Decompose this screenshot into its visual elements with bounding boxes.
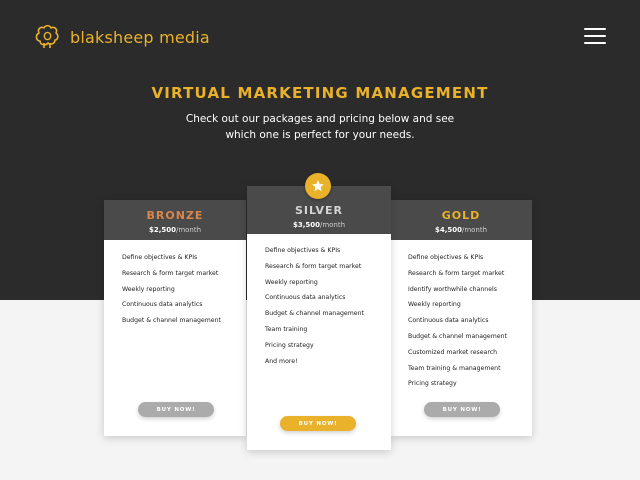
buy-now-button-silver[interactable]: BUY NOW! <box>280 416 356 431</box>
buy-now-button-bronze[interactable]: BUY NOW! <box>138 402 214 417</box>
feature-item: Budget & channel management <box>122 317 221 325</box>
brand-logo[interactable]: blaksheep media <box>30 20 210 54</box>
feature-item: Budget & channel management <box>408 332 507 340</box>
sheep-icon <box>35 24 59 48</box>
feature-item: Budget & channel management <box>265 310 364 318</box>
feature-item: And more! <box>265 357 298 365</box>
feature-item: Define objectives & KPIs <box>408 254 484 261</box>
feature-item: Team training <box>265 325 308 333</box>
feature-item: Continuous data analytics <box>122 301 203 309</box>
price-period: /month <box>461 226 488 234</box>
price-period: /month <box>175 226 202 234</box>
price-amount: $4,500 <box>434 226 462 234</box>
price-amount: $2,500 <box>148 226 176 234</box>
page-title: VIRTUAL MARKETING MANAGEMENT <box>151 84 489 102</box>
feature-item: Weekly reporting <box>408 301 461 309</box>
feature-item: Research & form target market <box>265 262 362 270</box>
plan-name: GOLD <box>441 209 481 222</box>
price-amount: $3,500 <box>292 221 320 229</box>
menu-bar <box>584 42 606 44</box>
feature-item: Continuous data analytics <box>408 317 489 325</box>
feature-item: Customized market research <box>408 348 498 356</box>
card-header: BRONZE $2,500/month <box>104 200 246 240</box>
feature-item: Weekly reporting <box>265 278 318 286</box>
feature-item: Team training & management <box>408 364 501 372</box>
menu-bar <box>584 35 606 37</box>
feature-item: Continuous data analytics <box>265 294 346 302</box>
feature-item: Define objectives & KPIs <box>122 254 198 261</box>
feature-list: Define objectives & KPIs Research & form… <box>265 246 364 372</box>
buy-now-button-gold[interactable]: BUY NOW! <box>424 402 500 417</box>
brand-name: blaksheep media <box>70 27 210 47</box>
plan-price: $2,500/month <box>104 226 246 234</box>
hamburger-menu-icon[interactable] <box>584 28 606 44</box>
feature-item: Define objectives & KPIs <box>265 247 341 254</box>
feature-item: Research & form target market <box>408 269 505 277</box>
pricing-card-bronze: BRONZE $2,500/month Define objectives & … <box>104 200 246 436</box>
featured-badge <box>305 173 331 199</box>
pricing-card-silver: SILVER $3,500/month Define objectives & … <box>247 186 391 450</box>
page-subtitle: Check out our packages and pricing below… <box>185 113 455 141</box>
feature-list: Define objectives & KPIs Research & form… <box>122 253 221 332</box>
plan-price: $3,500/month <box>247 221 391 229</box>
plan-name: SILVER <box>294 204 343 217</box>
feature-item: Research & form target market <box>122 269 219 277</box>
price-period: /month <box>319 221 346 229</box>
plan-name: BRONZE <box>146 209 204 222</box>
star-icon <box>312 180 324 192</box>
feature-item: Identify worthwhile channels <box>408 285 497 293</box>
menu-bar <box>584 28 606 30</box>
plan-price: $4,500/month <box>390 226 532 234</box>
feature-item: Pricing strategy <box>265 341 314 349</box>
pricing-card-gold: GOLD $4,500/month Define objectives & KP… <box>390 200 532 436</box>
card-header: GOLD $4,500/month <box>390 200 532 240</box>
feature-item: Pricing strategy <box>408 380 457 388</box>
feature-item: Weekly reporting <box>122 285 175 293</box>
feature-list: Define objectives & KPIs Research & form… <box>408 253 507 395</box>
